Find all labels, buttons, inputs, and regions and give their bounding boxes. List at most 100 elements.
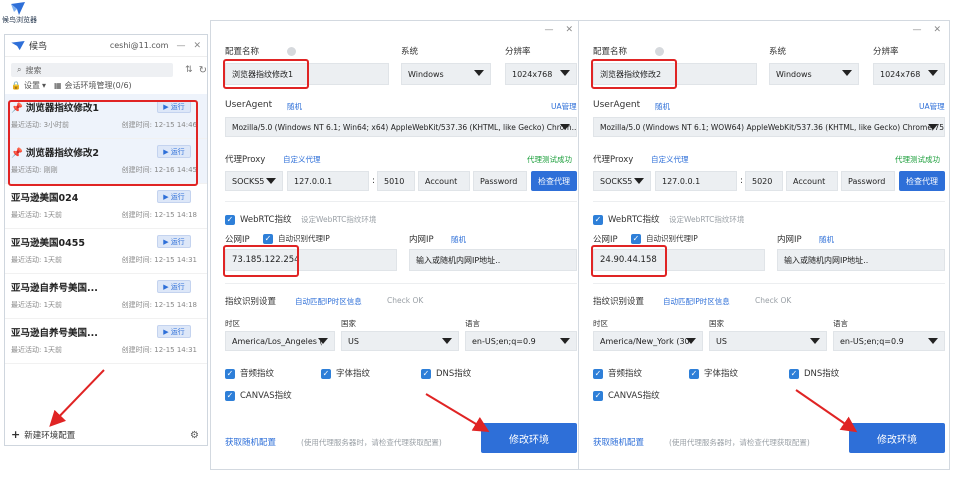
- proxy-label: 代理Proxy: [593, 155, 634, 165]
- custom-proxy-link[interactable]: 自定义代理: [283, 154, 321, 165]
- dns-fp-label: DNS指纹: [436, 369, 472, 379]
- system-select[interactable]: Windows: [401, 63, 491, 85]
- highlight-box: [591, 59, 677, 89]
- canvas-fp-checkbox[interactable]: ✓ CANVAS指纹: [593, 389, 660, 401]
- search-icon: ⌕: [17, 65, 22, 74]
- useragent-select[interactable]: Mozilla/5.0 (Windows NT 6.1; WOW64) Appl…: [593, 117, 945, 137]
- webrtc-hint: 设定WebRTC指纹环境: [669, 215, 745, 224]
- plus-icon: +: [11, 428, 21, 441]
- check-icon: ✓: [593, 214, 603, 225]
- close-icon[interactable]: ✕: [565, 25, 573, 35]
- proxy-host-input[interactable]: 127.0.0.1: [287, 171, 369, 191]
- run-button[interactable]: ▶ 运行: [157, 190, 191, 203]
- auto-proxy-ip-checkbox[interactable]: ✓ 自动识别代理IP: [631, 233, 698, 244]
- auto-match-link[interactable]: 自动匹配IP时区信息: [295, 296, 362, 307]
- panel-titlebar: 候鸟 ceshi@11.com — ✕: [5, 35, 207, 57]
- settings-menu[interactable]: 设置: [24, 80, 40, 91]
- sort-icon[interactable]: ⇅: [185, 65, 193, 75]
- minimize-icon[interactable]: —: [912, 25, 921, 35]
- play-icon: ▶: [163, 327, 169, 336]
- useragent-label: UserAgent: [593, 100, 641, 110]
- audio-fp-checkbox[interactable]: ✓ 音频指纹: [593, 367, 642, 379]
- dns-fp-checkbox[interactable]: ✓ DNS指纹: [421, 367, 471, 379]
- close-icon[interactable]: ✕: [193, 41, 201, 51]
- intranet-ip-input[interactable]: 输入或随机内网IP地址..: [777, 249, 945, 271]
- env-list-item[interactable]: 亚马逊美国0455 最近活动: 1天前 创建时间: 12-15 14:31 ▶ 运行: [5, 229, 207, 274]
- run-button[interactable]: ▶ 运行: [157, 280, 191, 293]
- language-select[interactable]: en-US;en;q=0.9: [833, 331, 945, 351]
- proxy-password-input[interactable]: Password: [841, 171, 895, 191]
- ua-manage-link[interactable]: UA管理: [919, 101, 945, 112]
- webrtc-checkbox[interactable]: ✓ WebRTC指纹: [225, 213, 291, 225]
- font-fp-checkbox[interactable]: ✓ 字体指纹: [321, 367, 370, 379]
- auto-match-link[interactable]: 自动匹配IP时区信息: [663, 296, 730, 307]
- gear-icon[interactable]: ⚙: [190, 430, 199, 441]
- country-label: 国家: [341, 319, 356, 328]
- check-proxy-button[interactable]: 检查代理: [899, 171, 945, 191]
- refresh-icon[interactable]: ↻: [199, 65, 207, 76]
- timezone-select[interactable]: America/New_York (30: [593, 331, 703, 351]
- intranet-random-link[interactable]: 随机: [451, 234, 466, 245]
- search-placeholder: 搜索: [25, 65, 42, 75]
- check-icon: ✓: [631, 234, 641, 244]
- useragent-label: UserAgent: [225, 100, 273, 110]
- proxy-port-input[interactable]: 5010: [377, 171, 415, 191]
- minimize-icon[interactable]: —: [544, 25, 553, 35]
- font-fp-checkbox[interactable]: ✓ 字体指纹: [689, 367, 738, 379]
- colon-separator: :: [740, 176, 743, 186]
- timezone-select[interactable]: America/Los_Angeles (: [225, 331, 335, 351]
- colon-separator: :: [372, 176, 375, 186]
- run-button[interactable]: ▶ 运行: [157, 325, 191, 338]
- useragent-select[interactable]: Mozilla/5.0 (Windows NT 6.1; Win64; x64)…: [225, 117, 577, 137]
- session-manage-link[interactable]: 会话环境管理(0/6): [65, 80, 132, 91]
- proxy-account-input[interactable]: Account: [786, 171, 838, 191]
- auto-proxy-ip-label: 自动识别代理IP: [278, 234, 330, 243]
- system-label: 系统: [769, 47, 787, 57]
- modify-env-button[interactable]: 修改环境: [849, 423, 945, 453]
- country-select[interactable]: US: [709, 331, 827, 351]
- proxy-password-input[interactable]: Password: [473, 171, 527, 191]
- play-icon: ▶: [163, 282, 169, 291]
- new-env-label: 新建环境配置: [24, 430, 76, 441]
- ua-random-link[interactable]: 随机: [655, 101, 670, 112]
- proxy-type-select[interactable]: SOCKS5: [225, 171, 283, 191]
- get-random-config-link[interactable]: 获取随机配置: [593, 436, 644, 448]
- new-env-button[interactable]: + 新建环境配置: [11, 428, 75, 441]
- get-random-config-link[interactable]: 获取随机配置: [225, 436, 276, 448]
- desktop-icon-label: 候鸟浏览器: [2, 16, 37, 24]
- desktop-app-icon[interactable]: 候鸟浏览器: [2, 0, 50, 24]
- audio-fp-checkbox[interactable]: ✓ 音频指纹: [225, 367, 274, 379]
- ua-manage-link[interactable]: UA管理: [551, 101, 577, 112]
- proxy-account-input[interactable]: Account: [418, 171, 470, 191]
- dns-fp-checkbox[interactable]: ✓ DNS指纹: [789, 367, 839, 379]
- custom-proxy-link[interactable]: 自定义代理: [651, 154, 689, 165]
- close-icon[interactable]: ✕: [933, 25, 941, 35]
- check-icon: ✓: [689, 368, 699, 379]
- search-input[interactable]: ⌕ 搜索: [11, 63, 174, 77]
- env-list-item[interactable]: 亚马逊美国024 最近活动: 1天前 创建时间: 12-15 14:18 ▶ 运行: [5, 184, 207, 229]
- intranet-random-link[interactable]: 随机: [819, 234, 834, 245]
- user-account[interactable]: ceshi@11.com: [110, 41, 169, 50]
- env-name-text: 亚马逊美国0455: [11, 238, 85, 249]
- ua-random-link[interactable]: 随机: [287, 101, 302, 112]
- system-select[interactable]: Windows: [769, 63, 859, 85]
- intranet-ip-input[interactable]: 输入或随机内网IP地址..: [409, 249, 577, 271]
- resolution-select[interactable]: 1024x768: [505, 63, 577, 85]
- env-created: 创建时间: 12-15 14:18: [121, 211, 197, 219]
- country-select[interactable]: US: [341, 331, 459, 351]
- env-list-item[interactable]: 亚马逊自养号美国... 最近活动: 1天前 创建时间: 12-15 14:31 ▶ 运行: [5, 319, 207, 364]
- resolution-select[interactable]: 1024x768: [873, 63, 945, 85]
- run-button[interactable]: ▶ 运行: [157, 235, 191, 248]
- minimize-icon[interactable]: —: [176, 41, 185, 51]
- webrtc-checkbox[interactable]: ✓ WebRTC指纹: [593, 213, 659, 225]
- canvas-fp-checkbox[interactable]: ✓ CANVAS指纹: [225, 389, 292, 401]
- language-select[interactable]: en-US;en;q=0.9: [465, 331, 577, 351]
- env-list-item[interactable]: 亚马逊自养号美国... 最近活动: 1天前 创建时间: 12-15 14:18 ▶ 运行: [5, 274, 207, 319]
- proxy-type-select[interactable]: SOCKS5: [593, 171, 651, 191]
- auto-proxy-ip-checkbox[interactable]: ✓ 自动识别代理IP: [263, 233, 330, 244]
- check-proxy-button[interactable]: 检查代理: [531, 171, 577, 191]
- proxy-port-input[interactable]: 5020: [745, 171, 783, 191]
- chevron-down-icon[interactable]: ▾: [42, 81, 46, 90]
- modify-env-button[interactable]: 修改环境: [481, 423, 577, 453]
- proxy-host-input[interactable]: 127.0.0.1: [655, 171, 737, 191]
